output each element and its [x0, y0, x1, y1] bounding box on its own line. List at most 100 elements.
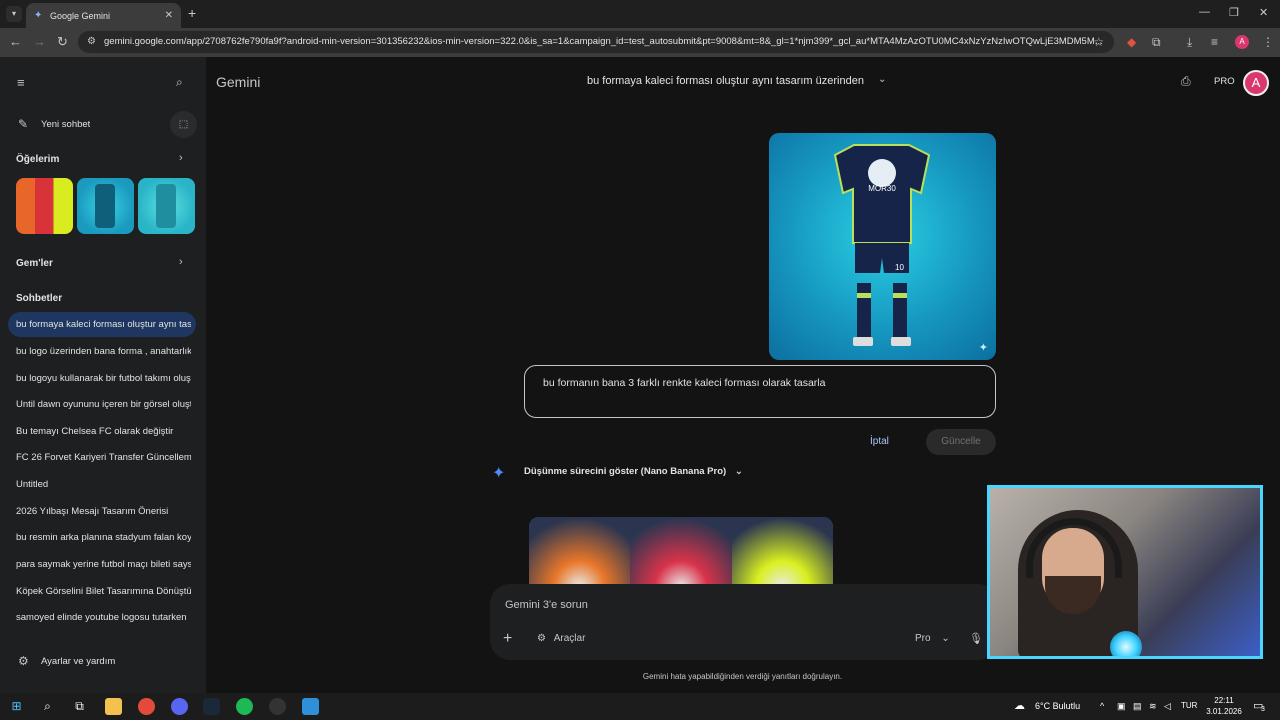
avatar[interactable]: A — [1243, 70, 1269, 96]
chevron-down-icon: ⌄ — [734, 466, 743, 477]
microphone-icon[interactable]: 🎙 — [969, 632, 983, 645]
tab-title: Google Gemini — [50, 10, 111, 21]
wifi-icon[interactable]: ≋ — [1149, 701, 1157, 712]
edit-prompt-text[interactable]: bu formanın bana 3 farklı renkte kaleci … — [543, 377, 825, 389]
update-button[interactable]: Güncelle — [926, 429, 996, 455]
settings-gear-icon[interactable]: ⚙ — [18, 654, 29, 668]
temporary-chat-icon[interactable]: ⬚ — [170, 111, 197, 138]
reading-list-icon[interactable]: ≡ — [1211, 35, 1218, 49]
discord-icon[interactable] — [171, 698, 188, 715]
new-tab-icon[interactable]: + — [188, 5, 196, 21]
forward-icon[interactable]: → — [33, 34, 46, 49]
webcam-overlay — [987, 485, 1263, 659]
search-icon[interactable]: ⌕ — [176, 75, 183, 90]
chevron-right-icon[interactable]: › — [179, 256, 183, 268]
chat-item[interactable]: bu logo üzerinden bana forma , anahtarlı… — [16, 346, 191, 357]
cancel-button[interactable]: İptal — [870, 436, 889, 447]
chat-item[interactable]: bu logoyu kullanarak bir futbol takımı o… — [16, 373, 191, 384]
volume-icon[interactable]: ◁ — [1164, 701, 1171, 712]
overlay-orb — [1110, 631, 1142, 656]
weather-text[interactable]: 6°C Bulutlu — [1035, 701, 1080, 711]
tools-icon: ⚙ — [537, 633, 546, 644]
chat-item[interactable]: bu formaya kaleci forması oluştur aynı t… — [16, 319, 191, 330]
settings-help-button[interactable]: Ayarlar ve yardım — [41, 656, 115, 667]
pro-badge: PRO — [1214, 76, 1235, 87]
search-icon[interactable]: ⌕ — [39, 698, 56, 715]
jersey-text: MOR30 — [868, 184, 896, 193]
tools-label: Araçlar — [553, 633, 586, 644]
chevron-down-icon[interactable]: ⌄ — [878, 74, 886, 85]
chat-item[interactable]: samoyed elinde youtube logosu tutarken — [16, 612, 191, 623]
windows-start-icon[interactable]: ⊞ — [8, 698, 25, 715]
model-label: Pro — [915, 633, 931, 644]
steam-icon[interactable] — [203, 698, 220, 715]
spotify-icon[interactable] — [236, 698, 253, 715]
sparkle-icon: ✦ — [978, 342, 988, 354]
uploaded-jersey-image[interactable]: MOR30 10 ✦ — [769, 133, 996, 360]
disclaimer-text: Gemini hata yapabildiğinden verdiği yanı… — [642, 672, 843, 681]
tray-chevron-icon[interactable]: ^ — [1100, 701, 1104, 711]
site-info-icon[interactable]: ⚙ — [87, 31, 96, 53]
chat-item[interactable]: 2026 Yılbaşı Mesajı Tasarım Önerisi — [16, 506, 191, 517]
prompt-input[interactable]: Gemini 3'e sorun — [505, 599, 588, 611]
download-icon[interactable]: ⤓ — [1187, 35, 1192, 50]
chat-item[interactable]: Köpek Görselini Bilet Tasarımına Dönüştü… — [16, 586, 191, 597]
conversation-title[interactable]: bu formaya kaleci forması oluştur aynı t… — [587, 75, 864, 87]
tray-app-icon[interactable]: ▣ — [1117, 701, 1126, 712]
tools-button[interactable]: ⚙ Araçlar — [537, 633, 585, 644]
show-thinking-toggle[interactable]: Düşünme sürecini göster (Nano Banana Pro… — [524, 466, 743, 477]
clock-date: 3.01.2026 — [1206, 707, 1242, 716]
browser-menu-icon[interactable]: ⋮ — [1262, 35, 1274, 49]
prompt-composer — [490, 584, 998, 660]
clock-time: 22:11 — [1214, 696, 1234, 705]
my-items-heading[interactable]: Öğelerim — [16, 154, 59, 165]
gemini-spark-icon: ✦ — [492, 465, 506, 482]
language-indicator[interactable]: TUR — [1181, 701, 1197, 710]
bookmark-star-icon[interactable]: ☆ — [1093, 31, 1104, 53]
weather-cloud-icon[interactable]: ☁ — [1014, 699, 1025, 712]
add-attachment-icon[interactable]: + — [503, 630, 512, 648]
clock[interactable]: 22:11 3.01.2026 — [1205, 695, 1243, 717]
gemini-favicon-icon: ✦ — [34, 9, 43, 21]
address-bar[interactable]: ⚙ gemini.google.com/app/2708762fe790fa9f… — [78, 31, 1114, 53]
file-explorer-icon[interactable] — [105, 698, 122, 715]
edit-prompt-field[interactable]: bu formanın bana 3 farklı renkte kaleci … — [524, 365, 996, 418]
network-icon[interactable]: ▤ — [1133, 701, 1142, 712]
window-close-icon[interactable]: ✕ — [1259, 6, 1268, 19]
new-chat-icon[interactable]: ✎ — [18, 117, 28, 131]
chat-item[interactable]: Untitled — [16, 479, 191, 490]
back-icon[interactable]: ← — [9, 34, 22, 49]
extension-icon[interactable]: ◆ — [1127, 35, 1136, 49]
windows-taskbar — [0, 693, 1280, 720]
reload-icon[interactable]: ↻ — [57, 34, 68, 50]
browser-profile-avatar[interactable]: A — [1235, 35, 1249, 49]
chat-item[interactable]: Until dawn oyununu içeren bir görsel olu… — [16, 399, 191, 410]
chat-item[interactable]: FC 26 Forvet Kariyeri Transfer Güncellem… — [16, 452, 191, 463]
notification-count-badge: 3 — [1261, 706, 1265, 713]
browser-tab[interactable]: ✦ Google Gemini ✕ — [26, 3, 181, 28]
item-thumbnail[interactable] — [77, 178, 134, 234]
app-icon[interactable] — [302, 698, 319, 715]
obs-icon[interactable] — [269, 698, 286, 715]
restore-icon[interactable]: ❐ — [1229, 6, 1239, 19]
minimize-icon[interactable]: — — [1199, 6, 1210, 18]
chevron-right-icon[interactable]: › — [179, 152, 183, 164]
share-icon[interactable]: ⎙ — [1181, 74, 1191, 89]
jersey-number: 10 — [895, 263, 904, 272]
new-chat-button[interactable]: Yeni sohbet — [41, 119, 90, 130]
extensions-puzzle-icon[interactable]: ⧉ — [1152, 35, 1161, 50]
tab-search-icon[interactable]: ▾ — [6, 6, 22, 22]
chat-item[interactable]: para saymak yerine futbol maçı bileti sa… — [16, 559, 191, 570]
item-thumbnail[interactable] — [16, 178, 73, 234]
tab-close-icon[interactable]: ✕ — [165, 10, 173, 21]
chat-item[interactable]: Bu temayı Chelsea FC olarak değiştir — [16, 426, 191, 437]
chats-heading: Sohbetler — [16, 293, 63, 304]
generated-image[interactable] — [529, 517, 833, 587]
hamburger-menu-icon[interactable]: ≡ — [17, 75, 25, 90]
chrome-icon[interactable] — [138, 698, 155, 715]
chat-item[interactable]: bu resmin arka planına stadyum falan koy — [16, 532, 191, 543]
model-select[interactable]: Pro ⌄ — [915, 633, 950, 644]
task-view-icon[interactable]: ⧉ — [71, 698, 88, 715]
item-thumbnail[interactable] — [138, 178, 195, 234]
gems-heading[interactable]: Gem'ler — [16, 258, 53, 269]
